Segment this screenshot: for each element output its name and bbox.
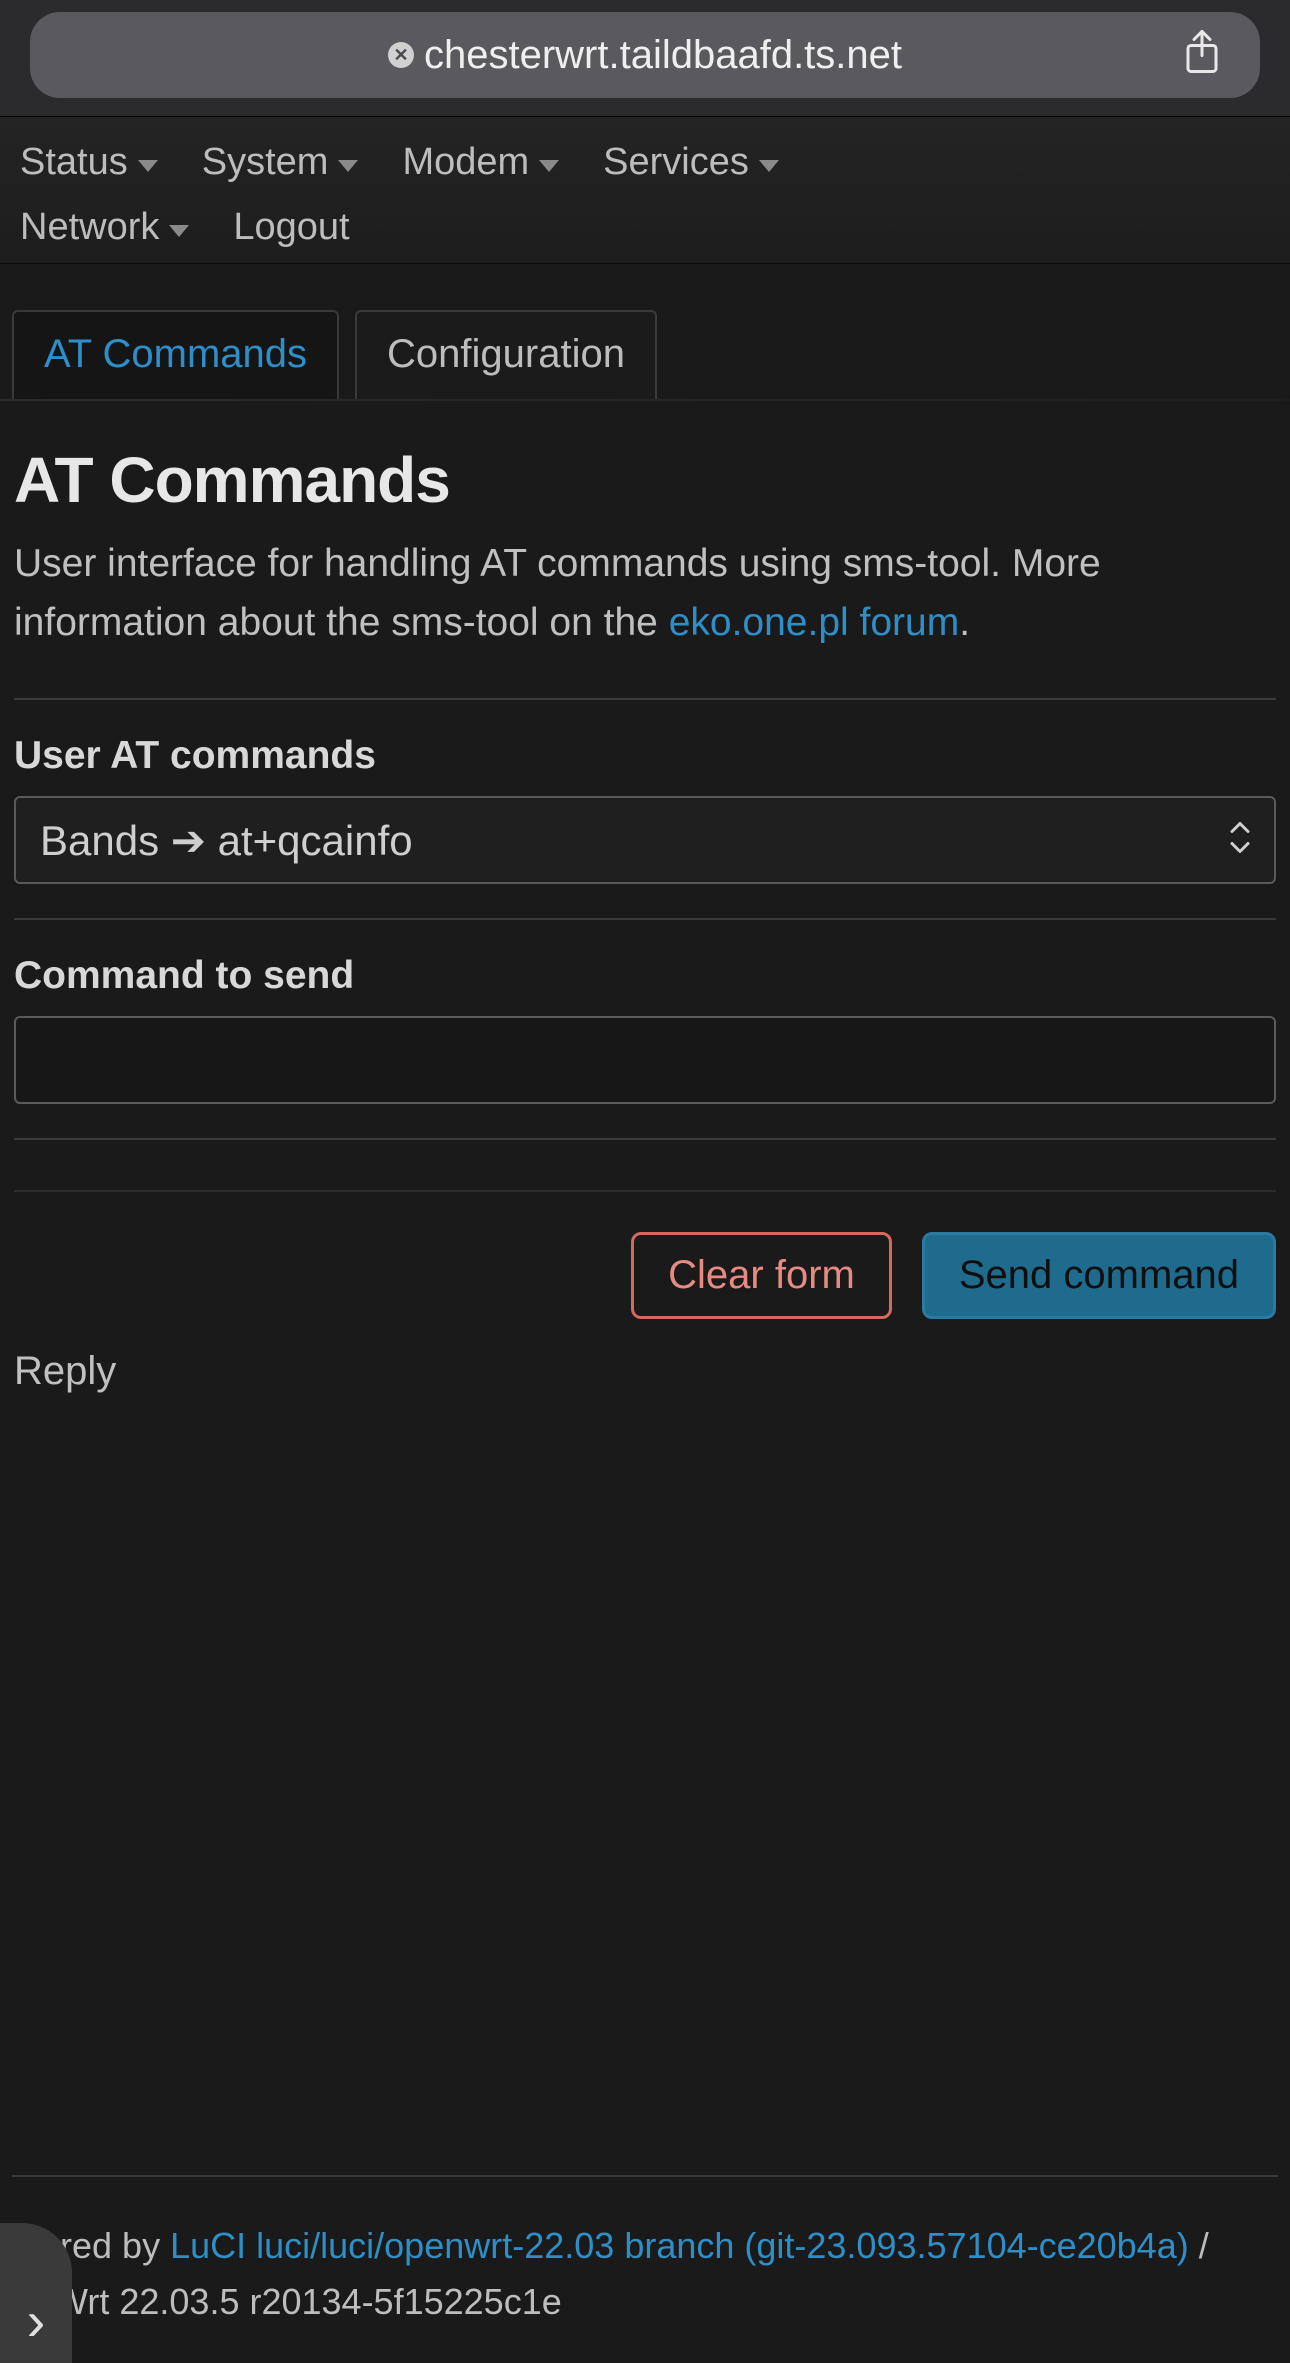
- page-content: AT Commands User interface for handling …: [0, 401, 1290, 1394]
- nav-network-label: Network: [20, 206, 159, 249]
- divider: [14, 1138, 1276, 1140]
- footer-divider: [12, 2175, 1278, 2177]
- user-at-commands-select[interactable]: Bands ➔ at+qcainfo: [14, 796, 1276, 884]
- browser-address-bar: ✕ chesterwrt.taildbaafd.ts.net: [0, 0, 1290, 116]
- share-icon[interactable]: [1182, 27, 1222, 80]
- tab-configuration[interactable]: Configuration: [355, 310, 657, 399]
- nav-modem[interactable]: Modem: [398, 135, 563, 190]
- nav-services-label: Services: [603, 141, 749, 184]
- nav-status-label: Status: [20, 141, 128, 184]
- top-navigation: Status System Modem Services Network Log…: [0, 116, 1290, 264]
- footer-line-1: wered by LuCI luci/luci/openwrt-22.03 br…: [14, 2218, 1276, 2274]
- footer-luci-link[interactable]: LuCI luci/luci/openwrt-22.03 branch (git…: [170, 2225, 1189, 2266]
- footer: wered by LuCI luci/luci/openwrt-22.03 br…: [0, 2218, 1290, 2330]
- page-description: User interface for handling AT commands …: [14, 535, 1276, 652]
- chevron-down-icon: [138, 160, 158, 172]
- command-to-send-input[interactable]: [14, 1016, 1276, 1104]
- chevron-down-icon: [759, 160, 779, 172]
- nav-row-2: Network Logout: [16, 200, 1274, 255]
- divider: [14, 1190, 1276, 1192]
- user-at-commands-label: User AT commands: [14, 734, 1276, 778]
- nav-services[interactable]: Services: [599, 135, 783, 190]
- form-actions: Clear form Send command: [14, 1232, 1276, 1333]
- nav-logout[interactable]: Logout: [229, 200, 353, 255]
- nav-row-1: Status System Modem Services: [16, 135, 1274, 190]
- footer-suffix: /: [1189, 2225, 1209, 2266]
- divider: [14, 918, 1276, 920]
- select-chevron-icon: [1226, 818, 1254, 863]
- url-host: chesterwrt.taildbaafd.ts.net: [424, 33, 902, 78]
- tab-bar: AT Commands Configuration: [0, 264, 1290, 399]
- chevron-down-icon: [338, 160, 358, 172]
- clear-form-button[interactable]: Clear form: [631, 1232, 892, 1319]
- url-pill[interactable]: ✕ chesterwrt.taildbaafd.ts.net: [30, 12, 1260, 98]
- nav-logout-label: Logout: [233, 206, 349, 249]
- site-security-badge-icon: ✕: [388, 42, 414, 68]
- clear-form-label: Clear form: [668, 1253, 855, 1297]
- tab-configuration-label: Configuration: [387, 332, 625, 376]
- command-to-send-label: Command to send: [14, 954, 1276, 998]
- nav-system-label: System: [202, 141, 329, 184]
- send-command-label: Send command: [959, 1253, 1239, 1297]
- chevron-down-icon: [539, 160, 559, 172]
- send-command-button[interactable]: Send command: [922, 1232, 1276, 1319]
- url-text: ✕ chesterwrt.taildbaafd.ts.net: [388, 33, 902, 78]
- desc-link[interactable]: eko.one.pl forum: [669, 601, 960, 644]
- tab-at-commands[interactable]: AT Commands: [12, 310, 339, 399]
- divider: [14, 698, 1276, 700]
- reply-label: Reply: [14, 1349, 1276, 1394]
- nav-system[interactable]: System: [198, 135, 363, 190]
- desc-suffix: .: [959, 601, 970, 644]
- browser-tab-switcher-icon[interactable]: ›: [0, 2223, 72, 2363]
- nav-modem-label: Modem: [402, 141, 529, 184]
- chevron-down-icon: [169, 225, 189, 237]
- tab-at-commands-label: AT Commands: [44, 332, 307, 376]
- page-title: AT Commands: [14, 443, 1276, 517]
- footer-line-2: enWrt 22.03.5 r20134-5f15225c1e: [14, 2274, 1276, 2330]
- select-value: Bands ➔ at+qcainfo: [14, 796, 1276, 884]
- nav-network[interactable]: Network: [16, 200, 193, 255]
- nav-status[interactable]: Status: [16, 135, 162, 190]
